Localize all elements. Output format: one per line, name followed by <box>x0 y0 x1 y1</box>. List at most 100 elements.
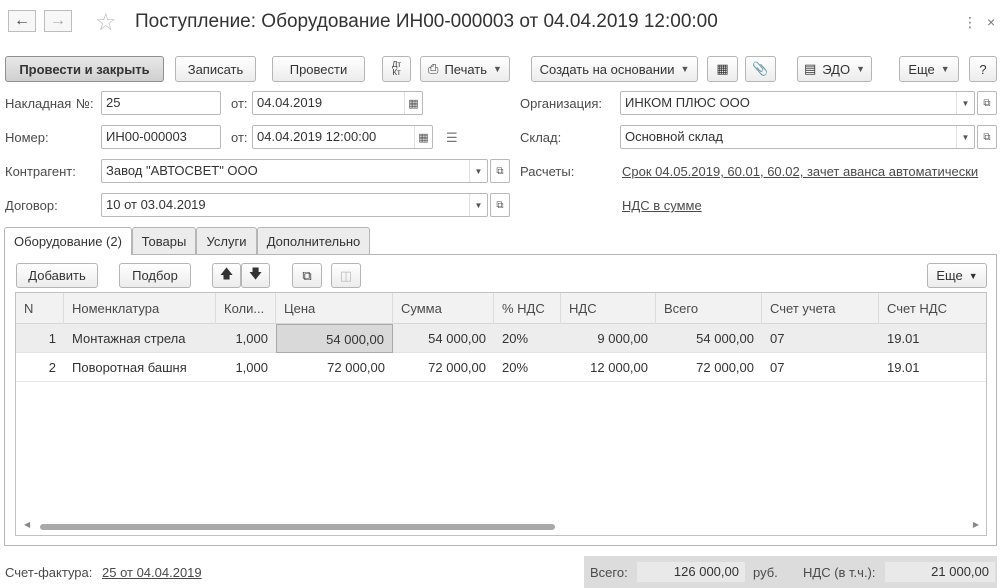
invoice-number-input[interactable]: 25 <box>101 91 221 115</box>
back-button[interactable]: ← <box>8 10 36 32</box>
calendar-icon[interactable]: ▦ <box>414 126 432 148</box>
column-header[interactable]: Сумма <box>393 293 494 324</box>
pick-button[interactable]: Подбор <box>119 263 191 288</box>
row-number: 2 <box>48 360 56 375</box>
dt-kt-button[interactable]: Дт Кт <box>382 56 411 82</box>
comment-icon[interactable]: ☰ <box>446 130 458 146</box>
warehouse-input[interactable]: Основной склад ▼ <box>620 125 975 149</box>
contract-input[interactable]: 10 от 03.04.2019 ▼ <box>101 193 488 217</box>
column-header[interactable]: НДС <box>561 293 656 324</box>
number-label: Номер: <box>5 130 49 145</box>
move-up-icon[interactable]: 🡅 <box>212 263 241 288</box>
open-counterparty-button[interactable]: ⧉ <box>490 159 510 183</box>
tab-equipment[interactable]: Оборудование (2) <box>4 227 132 255</box>
more-button[interactable]: Еще ▼ <box>899 56 959 82</box>
cell-quantity[interactable]: 1,000 <box>216 353 276 382</box>
settlements-link[interactable]: Срок 04.05.2019, 60.01, 60.02, зачет ава… <box>622 164 978 179</box>
star-icon[interactable]: ☆ <box>95 8 117 37</box>
column-header[interactable]: Счет учета <box>762 293 879 324</box>
invoice-no-label: №: <box>76 96 94 111</box>
document-date-input[interactable]: 04.04.2019 12:00:00 ▦ <box>252 125 433 149</box>
scroll-left-icon[interactable]: ◀ <box>24 520 30 529</box>
column-header[interactable]: Коли... <box>216 293 276 324</box>
cell-nomenclature[interactable]: Поворотная башня <box>64 353 216 382</box>
vat-total-value: 21 000,00 <box>885 562 995 582</box>
invoice-doc-link[interactable]: 25 от 04.04.2019 <box>102 565 202 580</box>
chevron-down-icon[interactable]: ▼ <box>956 92 974 114</box>
table-header: N Номенклатура Коли... Цена Сумма % НДС … <box>16 293 986 324</box>
invoice-date-input[interactable]: 04.04.2019 ▦ <box>252 91 423 115</box>
cell-vat-account[interactable]: 19.01 <box>879 324 986 353</box>
cell-vat-account[interactable]: 19.01 <box>879 353 986 382</box>
save-button[interactable]: Записать <box>175 56 256 82</box>
cell-nomenclature[interactable]: Монтажная стрела <box>64 324 216 353</box>
cell-total[interactable]: 54 000,00 <box>656 324 762 353</box>
help-button[interactable]: ? <box>969 56 997 82</box>
move-down-icon[interactable]: 🡇 <box>241 263 270 288</box>
column-header[interactable]: Счет НДС <box>879 293 986 324</box>
forward-button[interactable]: → <box>44 10 72 32</box>
open-contract-button[interactable]: ⧉ <box>490 193 510 217</box>
create-based-on-button[interactable]: Создать на основании ▼ <box>531 56 698 82</box>
post-button[interactable]: Провести <box>272 56 365 82</box>
tab-additional[interactable]: Дополнительно <box>257 227 370 254</box>
horizontal-scrollbar[interactable]: ◀ ▶ <box>24 520 979 531</box>
vat-link[interactable]: НДС в сумме <box>622 198 702 213</box>
printer-icon: ⎙ <box>428 61 439 76</box>
paste-icon[interactable]: ◫ <box>331 263 361 288</box>
add-button[interactable]: Добавить <box>16 263 98 288</box>
scroll-right-icon[interactable]: ▶ <box>973 520 979 529</box>
cell-account[interactable]: 07 <box>762 324 879 353</box>
column-header[interactable]: Всего <box>656 293 762 324</box>
cell-vat[interactable]: 12 000,00 <box>561 353 656 382</box>
vat-total-label: НДС (в т.ч.): <box>803 565 876 580</box>
number-input[interactable]: ИН00-000003 <box>101 125 221 149</box>
print-button[interactable]: ⎙ Печать ▼ <box>420 56 510 82</box>
counterparty-label: Контрагент: <box>5 164 76 179</box>
cell-sum[interactable]: 54 000,00 <box>393 324 494 353</box>
cell-vat-rate[interactable]: 20% <box>494 324 561 353</box>
structure-icon[interactable]: ▦ <box>707 56 738 82</box>
totals-panel: Всего: 126 000,00 руб. НДС (в т.ч.): 21 … <box>584 556 997 588</box>
counterparty-input[interactable]: Завод "АВТОСВЕТ" ООО ▼ <box>101 159 488 183</box>
organization-input[interactable]: ИНКОМ ПЛЮС ООО ▼ <box>620 91 975 115</box>
tab-services[interactable]: Услуги <box>196 227 257 254</box>
column-header[interactable]: Номенклатура <box>64 293 216 324</box>
tab-goods[interactable]: Товары <box>132 227 196 254</box>
currency-label: руб. <box>753 565 778 580</box>
column-header[interactable]: % НДС <box>494 293 561 324</box>
cell-sum[interactable]: 72 000,00 <box>393 353 494 382</box>
invoice-label: Накладная <box>5 96 72 111</box>
column-header[interactable]: Цена <box>276 293 393 324</box>
cell-price[interactable]: 54 000,00 <box>276 324 393 353</box>
cell-quantity[interactable]: 1,000 <box>216 324 276 353</box>
chevron-down-icon[interactable]: ▼ <box>469 194 487 216</box>
table-row[interactable]: 1 Монтажная стрела 1,000 54 000,00 54 00… <box>16 324 986 353</box>
edo-button[interactable]: ▤ ЭДО ▼ <box>797 56 872 82</box>
invoice-doc-label: Счет-фактура: <box>5 565 93 580</box>
open-organization-button[interactable]: ⧉ <box>977 91 997 115</box>
cell-vat-rate[interactable]: 20% <box>494 353 561 382</box>
table-more-button[interactable]: Еще ▼ <box>927 263 987 288</box>
settlements-label: Расчеты: <box>520 164 575 179</box>
close-icon[interactable]: × <box>987 14 995 30</box>
chevron-down-icon[interactable]: ▼ <box>469 160 487 182</box>
scrollbar-thumb[interactable] <box>40 524 555 530</box>
cell-vat[interactable]: 9 000,00 <box>561 324 656 353</box>
equipment-table: N Номенклатура Коли... Цена Сумма % НДС … <box>15 292 987 536</box>
cell-total[interactable]: 72 000,00 <box>656 353 762 382</box>
copy-icon[interactable]: ⧉ <box>292 263 322 288</box>
link-icon[interactable]: ⋮ <box>963 14 977 31</box>
paperclip-icon[interactable]: 📎 <box>745 56 776 82</box>
invoice-from-label: от: <box>231 96 248 111</box>
number-from-label: от: <box>231 130 248 145</box>
table-row[interactable]: 2 Поворотная башня 1,000 72 000,00 72 00… <box>16 353 986 382</box>
cell-account[interactable]: 07 <box>762 353 879 382</box>
calendar-icon[interactable]: ▦ <box>404 92 422 114</box>
page-title: Поступление: Оборудование ИН00-000003 от… <box>135 11 718 32</box>
cell-price[interactable]: 72 000,00 <box>276 353 393 382</box>
column-header[interactable]: N <box>16 293 64 324</box>
post-and-close-button[interactable]: Провести и закрыть <box>5 56 164 82</box>
open-warehouse-button[interactable]: ⧉ <box>977 125 997 149</box>
chevron-down-icon[interactable]: ▼ <box>956 126 974 148</box>
